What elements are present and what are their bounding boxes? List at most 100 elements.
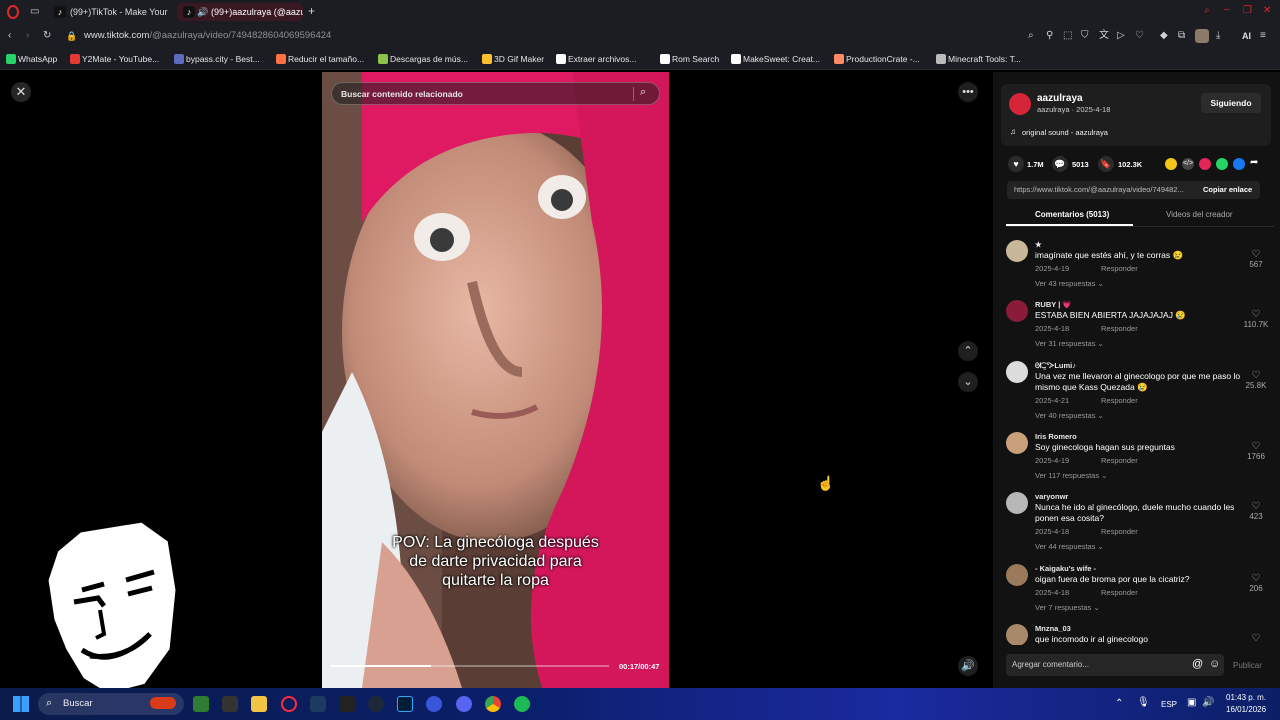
- comment-like[interactable]: ♡ 1766: [1238, 441, 1274, 462]
- view-replies-button[interactable]: Ver 40 respuestas ⌄: [1035, 411, 1104, 420]
- comment-avatar[interactable]: [1006, 240, 1028, 262]
- tray-chevron-icon[interactable]: ⌃: [1115, 698, 1123, 709]
- reply-button[interactable]: Responder: [1101, 264, 1138, 273]
- heart-outline-icon: ♡: [1251, 309, 1261, 320]
- comment-text: Soy ginecologa hagan sus preguntas: [1035, 442, 1175, 452]
- comment-like-count: 1766: [1247, 452, 1265, 461]
- comment-date: 2025-4-18: [1035, 588, 1070, 597]
- comment-item: ★ imagínate que estés ahí, y te corras 😢 2…: [1006, 240, 1276, 300]
- heart-outline-icon: ♡: [1251, 573, 1261, 584]
- comment-like[interactable]: ♡: [1238, 634, 1274, 644]
- view-replies-button[interactable]: Ver 44 respuestas ⌄: [1035, 542, 1104, 551]
- heart-outline-icon: ♡: [1251, 501, 1261, 512]
- opera-taskbar-icon[interactable]: [281, 696, 297, 712]
- comment-username[interactable]: RUBY | 💗: [1035, 300, 1072, 309]
- microphone-icon[interactable]: 🎙: [1137, 697, 1150, 708]
- comment-like-count: 110.7K: [1243, 320, 1269, 329]
- steam-icon[interactable]: [368, 696, 384, 712]
- clock-date[interactable]: 16/01/2026: [1226, 705, 1266, 714]
- comment-like[interactable]: ♡ 110.7K: [1238, 309, 1274, 330]
- comment-item: varyonwr Nunca he ido al ginecólogo, duel…: [1006, 492, 1276, 552]
- reply-button[interactable]: Responder: [1101, 324, 1138, 333]
- comment-avatar[interactable]: [1006, 361, 1028, 383]
- search-icon: ⌕: [46, 697, 53, 709]
- reply-button[interactable]: Responder: [1101, 456, 1138, 465]
- comment-avatar[interactable]: [1006, 492, 1028, 514]
- comment-item: - Kaigaku's wife - oigan fuera de broma p…: [1006, 564, 1276, 624]
- view-replies-button[interactable]: Ver 117 respuestas ⌄: [1035, 471, 1107, 480]
- comment-item: RUBY | 💗 ESTABA BIEN ABIERTA JAJAJAJAJ 😢 2…: [1006, 300, 1276, 360]
- reply-button[interactable]: Responder: [1101, 588, 1138, 597]
- epic-games-icon[interactable]: [339, 696, 355, 712]
- comment-input-box[interactable]: Agregar comentario... @ ☺: [1006, 654, 1224, 676]
- reply-button[interactable]: Responder: [1101, 396, 1138, 405]
- comment-text: ESTABA BIEN ABIERTA JAJAJAJAJ 😢: [1035, 310, 1186, 320]
- app-icon-terminal[interactable]: [222, 696, 238, 712]
- file-explorer-icon[interactable]: [251, 696, 267, 712]
- progress-track[interactable]: [331, 665, 609, 667]
- comment-text: Una vez me llevaron al ginecologo por qu…: [1035, 371, 1241, 392]
- comment-avatar[interactable]: [1006, 432, 1028, 454]
- comment-date: 2025-4-18: [1035, 324, 1070, 333]
- network-icon[interactable]: ▣: [1187, 697, 1196, 708]
- video-time: 00:17/00:47: [619, 662, 660, 671]
- heart-outline-icon: ♡: [1251, 249, 1261, 260]
- view-replies-button[interactable]: Ver 43 respuestas ⌄: [1035, 279, 1104, 288]
- comment-item: Mnzna_03 que incomodo ir al ginecologo ♡: [1006, 624, 1276, 645]
- comment-text: imagínate que estés ahí, y te corras 😢: [1035, 250, 1184, 260]
- comments-list: ★ imagínate que estés ahí, y te corras 😢 2…: [0, 0, 1280, 645]
- comment-text: Nunca he ido al ginecólogo, duele mucho …: [1035, 502, 1235, 523]
- comment-date: 2025-4-19: [1035, 264, 1070, 273]
- comment-item: Iris Romero Soy ginecologa hagan sus preg…: [1006, 432, 1276, 492]
- publish-button[interactable]: Publicar: [1233, 661, 1262, 670]
- comment-username[interactable]: ★: [1035, 240, 1042, 249]
- comment-avatar[interactable]: [1006, 624, 1028, 645]
- taskbar-search-box[interactable]: ⌕ Buscar: [38, 693, 184, 715]
- comment-username[interactable]: varyonwr: [1035, 492, 1068, 501]
- discord-icon[interactable]: [456, 696, 472, 712]
- heart-outline-icon: ♡: [1251, 370, 1261, 381]
- comment-username[interactable]: ᘛ⁐̤ᕐᐷLumi♪: [1035, 361, 1076, 371]
- taskbar-search-label: Buscar: [63, 698, 93, 709]
- comment-username[interactable]: Iris Romero: [1035, 432, 1077, 441]
- chrome-icon[interactable]: [485, 696, 501, 712]
- comment-input[interactable]: Agregar comentario...: [1012, 660, 1089, 669]
- heart-outline-icon: ♡: [1251, 441, 1261, 452]
- comment-like[interactable]: ♡ 25.8K: [1238, 370, 1274, 391]
- comment-avatar[interactable]: [1006, 564, 1028, 586]
- comment-like-count: 423: [1249, 512, 1263, 521]
- comment-like-count: 567: [1249, 260, 1263, 269]
- reply-button[interactable]: Responder: [1101, 527, 1138, 536]
- language-indicator[interactable]: ESP: [1161, 700, 1177, 709]
- app-icon-globe[interactable]: [426, 696, 442, 712]
- comment-like-count: 25.8K: [1245, 381, 1267, 390]
- comment-date: 2025-4-18: [1035, 527, 1070, 536]
- volume-icon[interactable]: 🔊: [1202, 697, 1214, 708]
- comment-item: ᘛ⁐̤ᕐᐷLumi♪ Una vez me llevaron al ginecol…: [1006, 361, 1276, 421]
- view-replies-button[interactable]: Ver 7 respuestas ⌄: [1035, 603, 1100, 612]
- heart-outline-icon: ♡: [1251, 633, 1261, 644]
- view-replies-button[interactable]: Ver 31 respuestas ⌄: [1035, 339, 1104, 348]
- comment-date: 2025-4-19: [1035, 456, 1070, 465]
- clock-time[interactable]: 01:43 p. m.: [1226, 693, 1266, 702]
- photoshop-icon[interactable]: [397, 696, 413, 712]
- emoji-icon[interactable]: ☺: [1209, 658, 1220, 670]
- comment-text: oigan fuera de broma por que la cicatriz…: [1035, 574, 1190, 584]
- spotify-icon[interactable]: [514, 696, 530, 712]
- comment-like[interactable]: ♡ 567: [1238, 249, 1274, 270]
- windows-start-icon[interactable]: [13, 696, 29, 712]
- comment-username[interactable]: - Kaigaku's wife -: [1035, 564, 1096, 573]
- mention-icon[interactable]: @: [1192, 658, 1203, 670]
- volume-button[interactable]: 🔊: [958, 656, 978, 676]
- comment-username[interactable]: Mnzna_03: [1035, 624, 1071, 633]
- comment-text: que incomodo ir al ginecologo: [1035, 634, 1148, 644]
- comment-avatar[interactable]: [1006, 300, 1028, 322]
- comment-date: 2025-4-21: [1035, 396, 1070, 405]
- comment-like[interactable]: ♡ 206: [1238, 573, 1274, 594]
- app-icon-green[interactable]: [193, 696, 209, 712]
- comment-like[interactable]: ♡ 423: [1238, 501, 1274, 522]
- chili-widget-icon: [150, 697, 176, 709]
- windows-taskbar: ⌕ Buscar ⌃ 🎙 ESP ▣ 🔊 01:43 p. m. 16/01/2…: [0, 688, 1280, 720]
- app-icon-v[interactable]: [310, 696, 326, 712]
- comment-like-count: 206: [1249, 584, 1263, 593]
